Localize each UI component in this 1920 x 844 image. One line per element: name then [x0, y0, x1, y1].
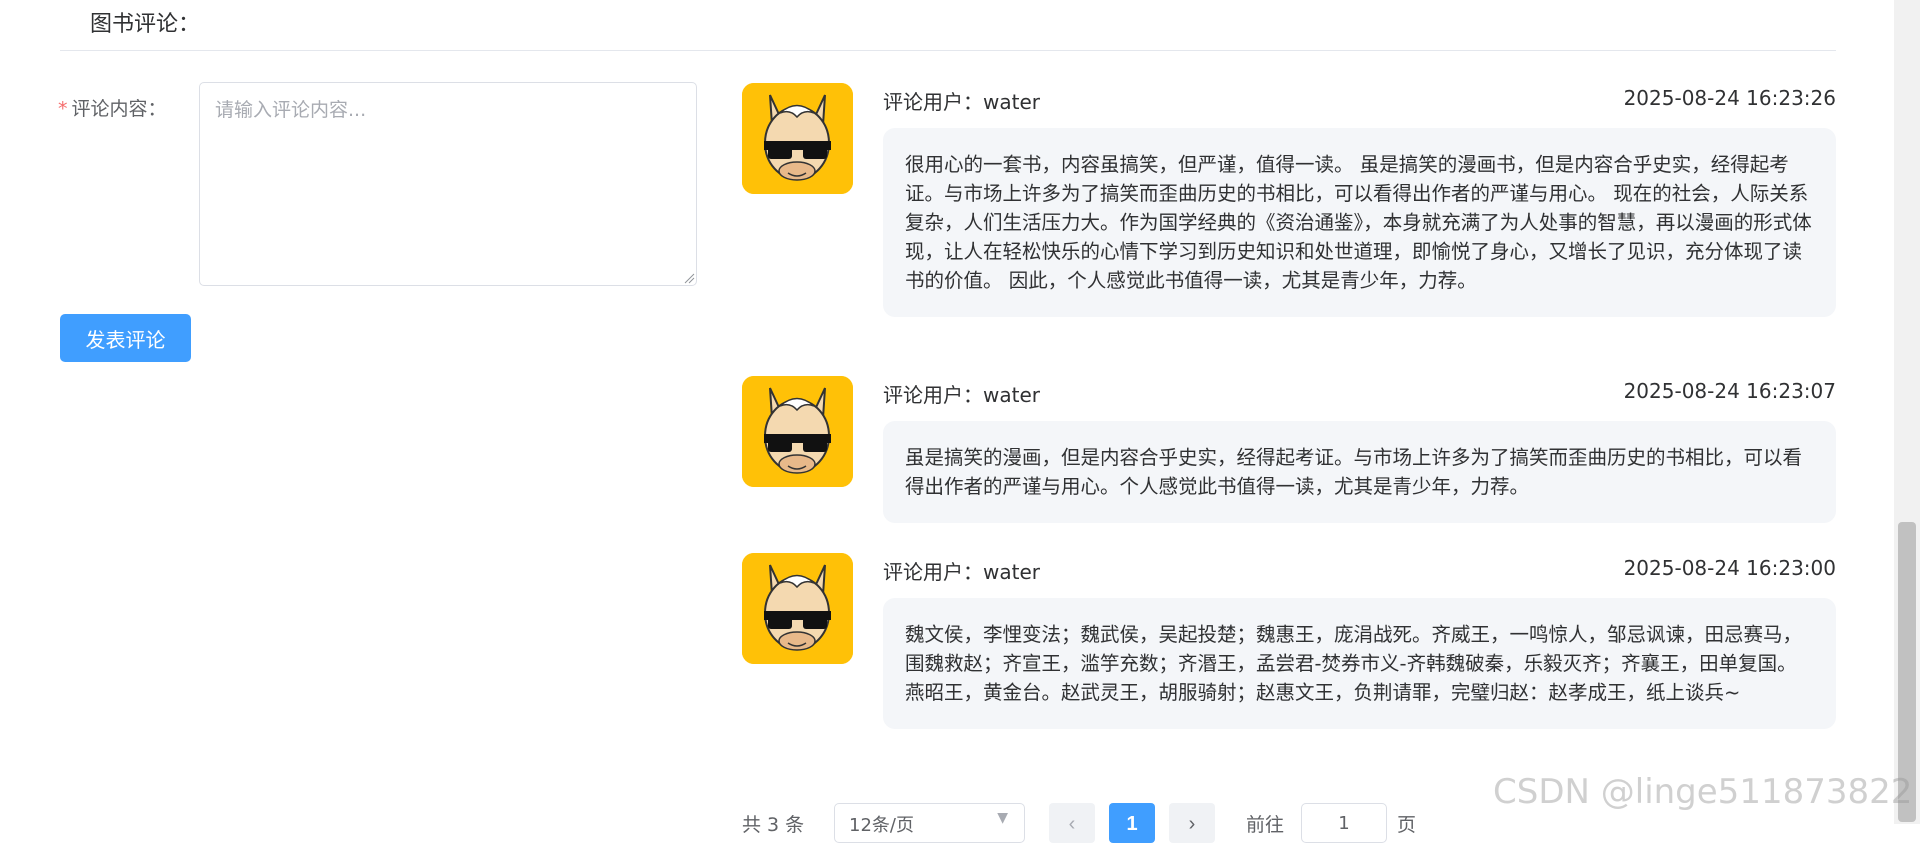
comment-time: 2025-08-24 16:23:00 — [1623, 556, 1836, 580]
comment-item: 评论用户：water 2025-08-24 16:23:26 很用心的一套书，内… — [742, 83, 1836, 348]
comment-content-label: * 评论内容： — [58, 94, 167, 121]
comment-user: 评论用户：water — [883, 383, 1040, 407]
comment-textarea[interactable] — [199, 82, 697, 286]
watermark: CSDN @linge511873822 — [1493, 772, 1913, 812]
donkey-avatar-icon — [742, 553, 853, 664]
avatar — [742, 83, 853, 194]
goto-page-input[interactable] — [1301, 803, 1387, 843]
avatar — [742, 553, 853, 664]
submit-comment-button[interactable]: 发表评论 — [60, 314, 191, 362]
section-title: 图书评论： — [90, 12, 201, 37]
page-size-value: 12条/页 — [849, 815, 914, 836]
comment-content-label-text: 评论内容： — [71, 98, 167, 120]
comment-user: 评论用户：water — [883, 90, 1040, 114]
page-number-button[interactable]: 1 — [1109, 803, 1155, 843]
next-page-button[interactable]: › — [1169, 803, 1215, 843]
comment-text: 魏文侯，李悝变法；魏武侯，吴起投楚；魏惠王，庞涓战死。齐威王，一鸣惊人，邹忌讽谏… — [883, 598, 1836, 729]
comment-text: 很用心的一套书，内容虽搞笑，但严谨，值得一读。 虽是搞笑的漫画书，但是内容合乎史… — [883, 128, 1836, 317]
prev-page-button[interactable]: ‹ — [1049, 803, 1095, 843]
comment-time: 2025-08-24 16:23:07 — [1623, 379, 1836, 403]
donkey-avatar-icon — [742, 83, 853, 194]
required-mark: * — [58, 98, 68, 120]
pagination: 共 3 条 12条/页 ▼ ‹ 1 › 前往 页 — [742, 803, 1442, 843]
section-header: 图书评论： — [60, 0, 1836, 51]
comment-item: 评论用户：water 2025-08-24 16:23:00 魏文侯，李悝变法；… — [742, 553, 1836, 758]
resize-handle-icon[interactable] — [683, 272, 695, 284]
avatar — [742, 376, 853, 487]
comment-item: 评论用户：water 2025-08-24 16:23:07 虽是搞笑的漫画，但… — [742, 376, 1836, 526]
comment-text: 虽是搞笑的漫画，但是内容合乎史实，经得起考证。与市场上许多为了搞笑而歪曲历史的书… — [883, 421, 1836, 523]
donkey-avatar-icon — [742, 376, 853, 487]
comment-time: 2025-08-24 16:23:26 — [1623, 86, 1836, 110]
comment-user: 评论用户：water — [883, 560, 1040, 584]
page-size-select[interactable]: 12条/页 ▼ — [834, 803, 1025, 843]
